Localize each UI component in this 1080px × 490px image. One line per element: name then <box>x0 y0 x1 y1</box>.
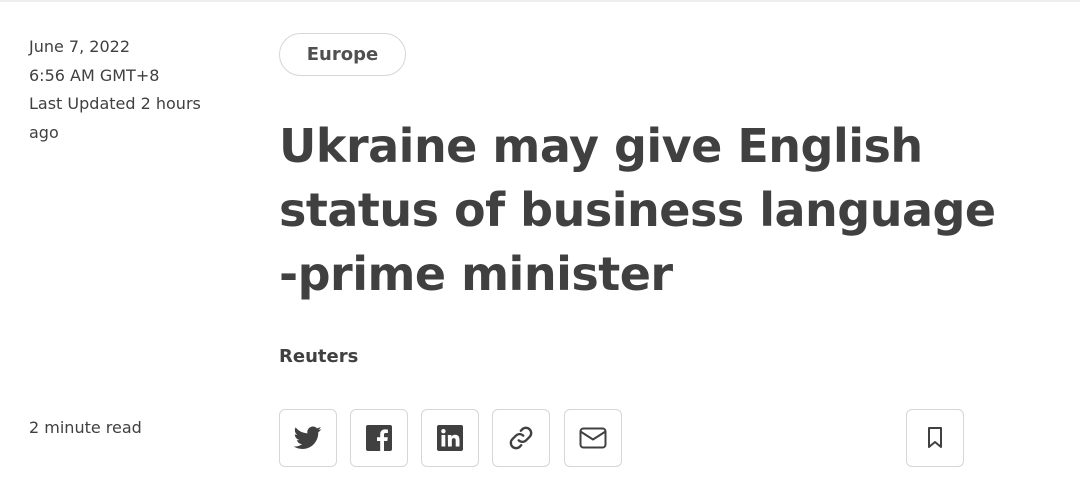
top-divider <box>0 0 1080 2</box>
publish-time: 6:56 AM GMT+8 <box>29 65 160 85</box>
facebook-icon <box>364 423 394 453</box>
bookmark-icon <box>920 423 950 453</box>
twitter-icon <box>293 423 323 453</box>
link-icon <box>506 423 536 453</box>
share-facebook-button[interactable] <box>350 409 408 467</box>
last-updated: Last Updated 2 hours ago <box>29 94 201 142</box>
bookmark-button[interactable] <box>906 409 964 467</box>
share-twitter-button[interactable] <box>279 409 337 467</box>
category-tag[interactable]: Europe <box>279 33 406 76</box>
publish-date: June 7, 2022 <box>29 37 130 56</box>
share-linkedin-button[interactable] <box>421 409 479 467</box>
linkedin-icon <box>435 423 465 453</box>
byline: Reuters <box>279 346 359 367</box>
article-headline: Ukraine may give English status of busin… <box>279 119 996 301</box>
article-meta: June 7, 2022 6:56 AM GMT+8 Last Updated … <box>29 33 229 147</box>
email-icon <box>578 423 608 453</box>
copy-link-button[interactable] <box>492 409 550 467</box>
read-time: 2 minute read <box>29 418 142 437</box>
share-email-button[interactable] <box>564 409 622 467</box>
